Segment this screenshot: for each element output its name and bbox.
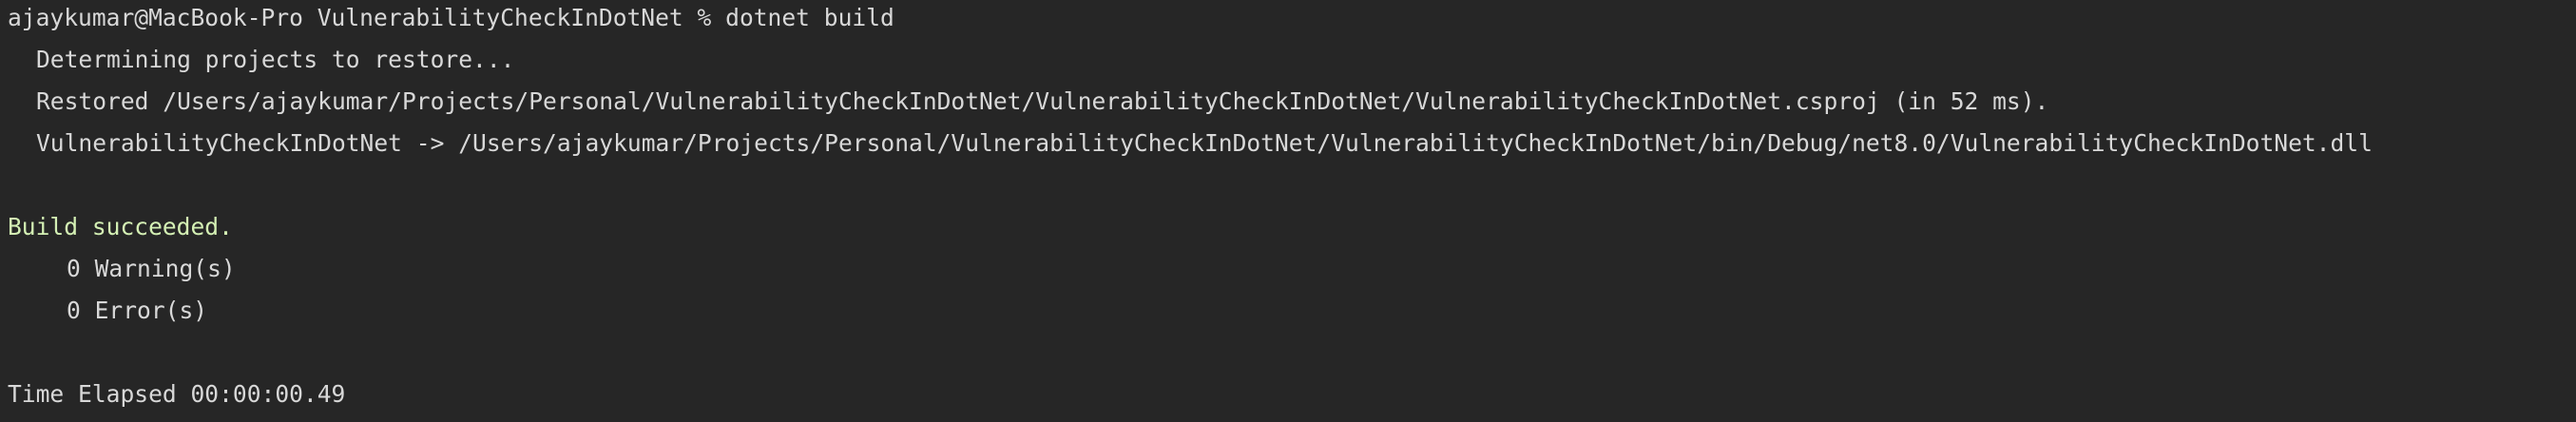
errors-count-line: 0 Error(s) [67,297,208,324]
warnings-count-line: 0 Warning(s) [67,255,236,282]
terminal-window[interactable]: ajaykumar@MacBook-Pro VulnerabilityCheck… [0,0,2576,422]
time-elapsed-line: Time Elapsed 00:00:00.49 [8,380,346,408]
command-prompt-line: ajaykumar@MacBook-Pro VulnerabilityCheck… [8,4,894,31]
restored-line: Restored /Users/ajaykumar/Projects/Perso… [36,87,2049,115]
build-status-line: Build succeeded. [8,213,233,240]
build-output-line: VulnerabilityCheckInDotNet -> /Users/aja… [36,129,2373,157]
determining-projects-line: Determining projects to restore... [36,46,515,73]
